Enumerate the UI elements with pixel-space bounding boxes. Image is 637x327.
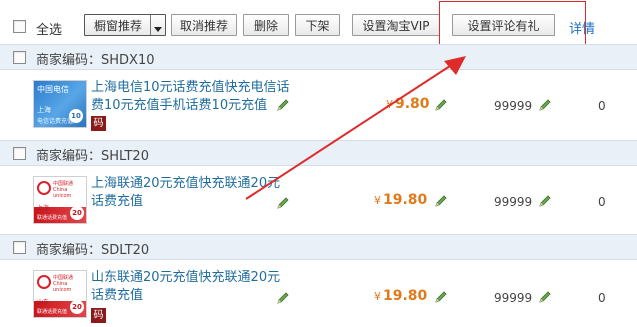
edit-title-pencil-icon[interactable] xyxy=(276,196,290,210)
details-link[interactable]: 详情 xyxy=(569,18,595,37)
product-title-link[interactable]: 山东联通20元充值快充联通20元话费充值 xyxy=(91,269,291,305)
price-value: 19.80 xyxy=(383,192,428,208)
merchant-code: 商家编码：SHLT20 xyxy=(36,149,149,164)
unicom-logo-icon xyxy=(37,275,51,289)
currency-symbol: ¥ xyxy=(374,194,381,207)
code-badge: 码 xyxy=(91,308,106,323)
thumb-amount: 10 xyxy=(69,109,83,123)
window-recommend-label: 橱窗推荐 xyxy=(93,19,142,33)
code-badge: 码 xyxy=(91,116,106,131)
product-title-link[interactable]: 上海电信10元话费充值快充电信话费10元充值手机话费10元充值 xyxy=(91,79,291,115)
select-all-label[interactable]: 全选 xyxy=(36,19,62,38)
thumb-subtitle: 联通话费充值 xyxy=(37,215,68,221)
edit-price-pencil-icon[interactable] xyxy=(434,290,448,304)
edit-price-pencil-icon[interactable] xyxy=(434,98,448,112)
chevron-down-icon[interactable] xyxy=(150,15,165,35)
thumb-amount: 20 xyxy=(70,206,84,220)
edit-price-pencil-icon[interactable] xyxy=(434,194,448,208)
toolbar: 全选 橱窗推荐 取消推荐 删除 下架 设置淘宝VIP 设置评论有礼 详情 xyxy=(0,0,637,55)
edit-title-pencil-icon[interactable] xyxy=(276,291,290,305)
select-all-checkbox[interactable] xyxy=(13,20,26,33)
stock-count: 99999 xyxy=(494,291,533,305)
off-shelf-button[interactable]: 下架 xyxy=(295,14,340,36)
unicom-logo-icon xyxy=(37,181,51,195)
group-header: 商家编码：SHLT20 xyxy=(0,140,637,166)
price-value: 9.80 xyxy=(395,96,430,112)
edit-stock-pencil-icon[interactable] xyxy=(538,98,552,112)
currency-symbol: ¥ xyxy=(386,98,393,111)
price-value: 19.80 xyxy=(383,288,428,304)
group-header: 商家编码：SHDX10 xyxy=(0,44,637,70)
merchant-code: 商家编码：SDLT20 xyxy=(36,243,150,258)
product-row: 中国联通 China unicom 山东 联通话费充值 20 山东联通20元充值… xyxy=(0,260,637,327)
thumb-brand: 中国联通 China unicom xyxy=(53,181,74,199)
product-thumbnail[interactable]: 中国联通 China unicom 上海 联通话费充值 20 xyxy=(33,176,87,224)
merchant-code: 商家编码：SHDX10 xyxy=(36,53,155,68)
sales-count: 0 xyxy=(598,99,606,113)
delete-button[interactable]: 删除 xyxy=(243,14,289,36)
group-checkbox[interactable] xyxy=(13,51,26,64)
product-price: ¥9.80 xyxy=(386,96,430,112)
thumb-subtitle: 电信话费充值 xyxy=(37,118,74,125)
thumb-city: 上海 xyxy=(37,106,51,114)
edit-title-pencil-icon[interactable] xyxy=(276,98,290,112)
product-list-page: 全选 橱窗推荐 取消推荐 删除 下架 设置淘宝VIP 设置评论有礼 详情 商家编… xyxy=(0,0,637,327)
thumb-city: 上海 xyxy=(37,205,50,212)
sales-count: 0 xyxy=(598,195,606,209)
stock-count: 99999 xyxy=(494,195,533,209)
product-row: 中国电信 上海 电信话费充值 10 上海电信10元话费充值快充电信话费10元充值… xyxy=(0,70,637,136)
stock-count: 99999 xyxy=(494,99,533,113)
group-header: 商家编码：SDLT20 xyxy=(0,234,637,260)
currency-symbol: ¥ xyxy=(374,290,381,303)
edit-stock-pencil-icon[interactable] xyxy=(538,290,552,304)
thumb-city: 山东 xyxy=(37,299,50,306)
product-thumbnail[interactable]: 中国电信 上海 电信话费充值 10 xyxy=(33,80,87,128)
thumb-amount: 20 xyxy=(70,300,84,314)
thumb-subtitle: 联通话费充值 xyxy=(37,309,68,315)
set-vip-button[interactable]: 设置淘宝VIP xyxy=(352,14,440,36)
product-row: 中国联通 China unicom 上海 联通话费充值 20 上海联通20元充值… xyxy=(0,166,637,232)
group-checkbox[interactable] xyxy=(13,147,26,160)
thumb-brand: 中国电信 xyxy=(37,85,69,94)
product-price: ¥19.80 xyxy=(374,288,427,304)
product-title-link[interactable]: 上海联通20元充值快充联通20元话费充值 xyxy=(91,175,291,211)
product-price: ¥19.80 xyxy=(374,192,427,208)
sales-count: 0 xyxy=(598,291,606,305)
window-recommend-button[interactable]: 橱窗推荐 xyxy=(84,14,166,36)
group-checkbox[interactable] xyxy=(13,241,26,254)
product-thumbnail[interactable]: 中国联通 China unicom 山东 联通话费充值 20 xyxy=(33,270,87,318)
thumb-brand: 中国联通 China unicom xyxy=(53,275,74,293)
cancel-recommend-button[interactable]: 取消推荐 xyxy=(171,14,237,36)
edit-stock-pencil-icon[interactable] xyxy=(538,194,552,208)
